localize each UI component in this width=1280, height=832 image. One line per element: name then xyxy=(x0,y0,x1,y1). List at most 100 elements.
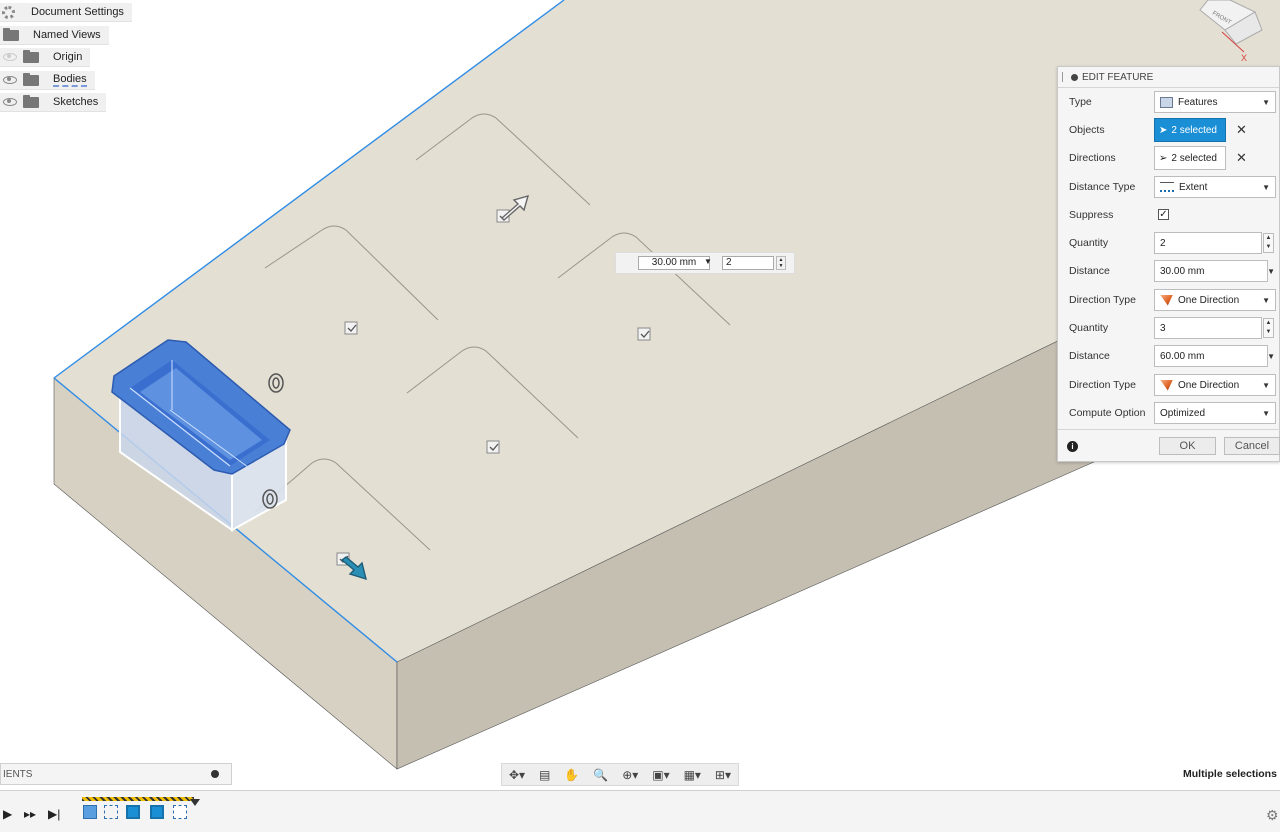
quantity-stepper[interactable]: ▲ ▼ xyxy=(776,256,786,270)
info-icon[interactable]: i xyxy=(1067,441,1078,452)
quantity-label: Quantity xyxy=(1069,322,1109,334)
quantity-input[interactable]: 3 ▲ ▼ xyxy=(1154,317,1274,339)
distance-type-label: Distance Type xyxy=(1069,181,1136,193)
collapse-icon[interactable] xyxy=(1071,73,1078,81)
row-compute-option: Compute Option Optimized ▼ xyxy=(1058,400,1280,428)
chevron-down-icon: ▼ xyxy=(1262,409,1270,418)
display-settings-icon[interactable]: ▣▾ xyxy=(652,768,669,782)
distance-type-dropdown[interactable]: Extent ▼ xyxy=(1154,176,1276,198)
row-distance-1: Distance 30.00 mm ▼ xyxy=(1058,258,1280,286)
orbit-icon[interactable]: ✥▾ xyxy=(509,768,525,782)
browser-item-document-settings[interactable]: Document Settings xyxy=(0,3,132,22)
chevron-down-icon: ▼ xyxy=(1262,381,1270,390)
distance-label: Distance xyxy=(1069,265,1110,277)
edit-feature-panel: EDIT FEATURE Type Features ▼ Objects ➤ 2 s… xyxy=(1057,66,1280,462)
viewports-icon[interactable]: ⊞▾ xyxy=(715,768,731,782)
timeline-feature-box-icon[interactable] xyxy=(83,805,97,819)
features-icon xyxy=(1160,96,1173,108)
ok-button[interactable]: OK xyxy=(1159,437,1216,455)
row-quantity-2: Quantity 3 ▲ ▼ xyxy=(1058,315,1280,343)
direction-type-label: Direction Type xyxy=(1069,294,1136,306)
cursor-icon: ➤ xyxy=(1159,124,1168,136)
folder-icon xyxy=(23,49,39,63)
quantity-stepper[interactable]: ▲ ▼ xyxy=(1263,318,1274,338)
row-distance-2: Distance 60.00 mm ▼ xyxy=(1058,343,1280,371)
clear-directions-icon[interactable]: ✕ xyxy=(1236,150,1247,166)
direction-type-dropdown[interactable]: One Direction ▼ xyxy=(1154,374,1276,396)
chevron-down-icon: ▼ xyxy=(1262,98,1270,107)
svg-text:X: X xyxy=(1241,53,1247,63)
distance-input[interactable]: 30.00 mm xyxy=(1154,260,1268,282)
comments-label: IENTS xyxy=(3,769,33,780)
visibility-icon[interactable] xyxy=(3,76,17,84)
pan-icon[interactable]: ✋ xyxy=(564,768,579,782)
distance-type-value: Extent xyxy=(1179,181,1208,193)
type-dropdown[interactable]: Features ▼ xyxy=(1154,91,1276,113)
visibility-icon[interactable] xyxy=(3,98,17,106)
browser-item-label: Sketches xyxy=(53,96,99,108)
objects-label: Objects xyxy=(1069,124,1105,136)
distance-input[interactable]: 30.00 mm xyxy=(638,256,710,270)
chevron-down-icon[interactable]: ▼ xyxy=(704,257,712,266)
zoom-icon[interactable]: 🔍 xyxy=(593,768,608,782)
compute-option-label: Compute Option xyxy=(1069,407,1146,419)
direction-type-dropdown[interactable]: One Direction ▼ xyxy=(1154,289,1276,311)
directions-selection-button[interactable]: ➢ 2 selected xyxy=(1154,146,1226,170)
look-at-icon[interactable]: ▤ xyxy=(539,768,550,782)
browser-item-label: Origin xyxy=(53,51,83,63)
divider xyxy=(1058,429,1280,430)
add-comment-icon[interactable] xyxy=(211,770,219,778)
objects-selection-button[interactable]: ➤ 2 selected xyxy=(1154,118,1226,142)
quantity-input[interactable]: 2 xyxy=(722,256,774,270)
suppress-checkbox[interactable]: ✓ xyxy=(1158,209,1169,220)
status-text: Multiple selections xyxy=(1183,768,1277,780)
cancel-button[interactable]: Cancel xyxy=(1224,437,1280,455)
step-forward-icon[interactable]: ▸▸ xyxy=(24,807,36,821)
settings-gear-icon[interactable]: ⚙ xyxy=(1266,807,1279,824)
chevron-down-icon[interactable]: ▼ xyxy=(1267,267,1275,276)
row-directions: Directions ➢ 2 selected ✕ xyxy=(1058,145,1280,173)
compute-option-dropdown[interactable]: Optimized ▼ xyxy=(1154,402,1276,424)
quantity-value: 2 xyxy=(1160,237,1166,249)
row-distance-type: Distance Type Extent ▼ xyxy=(1058,174,1280,202)
extent-icon xyxy=(1160,182,1174,192)
play-icon[interactable]: ▶ xyxy=(3,807,12,821)
browser-item-origin[interactable]: Origin xyxy=(0,48,91,67)
visibility-hidden-icon[interactable] xyxy=(3,53,17,61)
drag-handle-icon[interactable] xyxy=(1062,72,1065,82)
browser-item-sketches[interactable]: Sketches xyxy=(0,93,107,112)
comments-panel[interactable]: IENTS xyxy=(0,763,232,785)
chevron-down-icon[interactable]: ▼ xyxy=(1267,352,1275,361)
panel-header[interactable]: EDIT FEATURE xyxy=(1058,67,1279,88)
folder-icon xyxy=(3,27,19,41)
folder-icon xyxy=(23,94,39,108)
compute-option-value: Optimized xyxy=(1160,407,1206,419)
row-objects: Objects ➤ 2 selected ✕ xyxy=(1058,117,1280,145)
suppress-label: Suppress xyxy=(1069,209,1114,221)
in-canvas-input: 30.00 mm ▼ 2 ▲ ▼ xyxy=(615,252,795,274)
timeline-feature-pattern-icon[interactable] xyxy=(150,805,164,819)
row-direction-type-1: Direction Type One Direction ▼ xyxy=(1058,287,1280,315)
quantity-input[interactable]: 2 ▲ ▼ xyxy=(1154,232,1274,254)
browser-item-named-views[interactable]: Named Views xyxy=(0,26,109,45)
clear-objects-icon[interactable]: ✕ xyxy=(1236,122,1247,138)
folder-icon xyxy=(23,72,39,86)
one-direction-icon xyxy=(1160,379,1173,391)
directions-label: Directions xyxy=(1069,152,1116,164)
fit-icon[interactable]: ⊕▾ xyxy=(622,768,638,782)
navigation-toolbar: ✥▾ ▤ ✋ 🔍 ⊕▾ ▣▾ ▦▾ ⊞▾ xyxy=(501,763,739,786)
timeline-playhead-icon[interactable] xyxy=(190,799,200,806)
quantity-stepper[interactable]: ▲ ▼ xyxy=(1263,233,1274,253)
browser-item-bodies[interactable]: Bodies xyxy=(0,71,95,90)
row-suppress: Suppress ✓ xyxy=(1058,202,1280,230)
timeline-feature-pattern2-icon[interactable] xyxy=(173,805,187,819)
chevron-down-icon: ▼ xyxy=(1262,296,1270,305)
quantity-label: Quantity xyxy=(1069,237,1109,249)
grid-icon[interactable]: ▦▾ xyxy=(684,768,701,782)
timeline-feature-sketch-icon[interactable] xyxy=(104,805,118,819)
distance-input[interactable]: 60.00 mm xyxy=(1154,345,1268,367)
go-to-end-icon[interactable]: ▶| xyxy=(48,807,60,821)
timeline-feature-shell-icon[interactable] xyxy=(126,805,140,819)
gear-icon xyxy=(2,5,15,19)
quantity-value: 3 xyxy=(1160,322,1166,334)
